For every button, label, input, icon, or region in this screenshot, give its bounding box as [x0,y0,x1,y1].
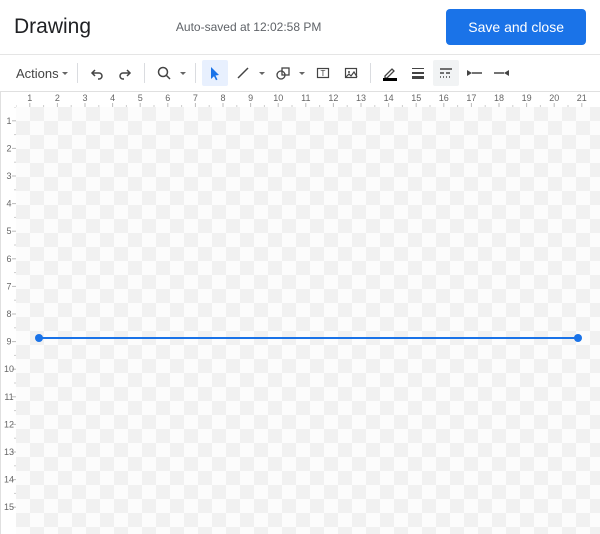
redo-icon [117,65,133,81]
toolbar: Actions T [0,55,600,91]
undo-button[interactable] [84,60,110,86]
svg-text:16: 16 [439,93,449,103]
line-start-icon [464,65,484,81]
svg-text:8: 8 [220,93,225,103]
line-dash-icon [437,64,455,82]
svg-text:10: 10 [273,93,283,103]
line-handle-start[interactable] [35,334,43,342]
separator [370,63,371,83]
svg-text:3: 3 [82,93,87,103]
dialog-header: Drawing Auto-saved at 12:02:58 PM Save a… [0,0,600,55]
select-tool[interactable] [202,60,228,86]
drawing-canvas[interactable] [16,107,600,534]
cursor-icon [207,65,223,81]
separator [77,63,78,83]
svg-text:18: 18 [494,93,504,103]
svg-text:14: 14 [4,475,14,485]
image-tool[interactable] [338,60,364,86]
zoom-menu[interactable] [151,60,189,86]
line-end-icon [492,65,512,81]
svg-text:6: 6 [165,93,170,103]
svg-text:5: 5 [6,226,11,236]
zoom-icon [156,65,172,81]
svg-text:15: 15 [4,502,14,512]
svg-text:1: 1 [6,116,11,126]
save-and-close-button[interactable]: Save and close [446,9,586,45]
svg-text:8: 8 [6,309,11,319]
textbox-tool[interactable]: T [310,60,336,86]
line-start-button[interactable] [461,60,487,86]
svg-text:12: 12 [328,93,338,103]
undo-icon [89,65,105,81]
svg-text:9: 9 [6,337,11,347]
autosave-status: Auto-saved at 12:02:58 PM [51,20,446,34]
svg-text:10: 10 [4,364,14,374]
line-end-button[interactable] [489,60,515,86]
svg-text:2: 2 [6,143,11,153]
line-weight-button[interactable] [405,60,431,86]
line-dash-button[interactable] [433,60,459,86]
svg-text:7: 7 [193,93,198,103]
svg-text:1: 1 [27,93,32,103]
textbox-icon: T [315,65,331,81]
svg-text:13: 13 [4,447,14,457]
line-color-button[interactable] [377,60,403,86]
svg-text:6: 6 [6,254,11,264]
image-icon [343,65,359,81]
svg-text:9: 9 [248,93,253,103]
svg-text:13: 13 [356,93,366,103]
workspace: 123456789101112131415161718192021 123456… [0,91,600,534]
separator [144,63,145,83]
svg-text:11: 11 [301,93,310,103]
separator [195,63,196,83]
svg-text:11: 11 [4,392,13,402]
line-tool[interactable] [230,60,268,86]
svg-text:20: 20 [549,93,559,103]
svg-text:2: 2 [55,93,60,103]
svg-text:T: T [320,69,325,78]
svg-text:14: 14 [384,93,394,103]
svg-text:5: 5 [138,93,143,103]
svg-text:21: 21 [577,93,587,103]
line-icon [235,65,251,81]
shape-tool[interactable] [270,60,308,86]
line-handle-end[interactable] [574,334,582,342]
svg-text:12: 12 [4,419,14,429]
shape-icon [275,65,291,81]
svg-text:3: 3 [6,171,11,181]
line-weight-icon [409,64,427,82]
svg-text:19: 19 [522,93,532,103]
line-color-icon [381,64,399,82]
svg-text:7: 7 [6,281,11,291]
svg-text:15: 15 [411,93,421,103]
actions-menu[interactable]: Actions [10,60,71,86]
redo-button[interactable] [112,60,138,86]
svg-text:4: 4 [110,93,115,103]
svg-text:4: 4 [6,199,11,209]
svg-text:17: 17 [466,93,476,103]
line-shape[interactable] [39,337,578,339]
